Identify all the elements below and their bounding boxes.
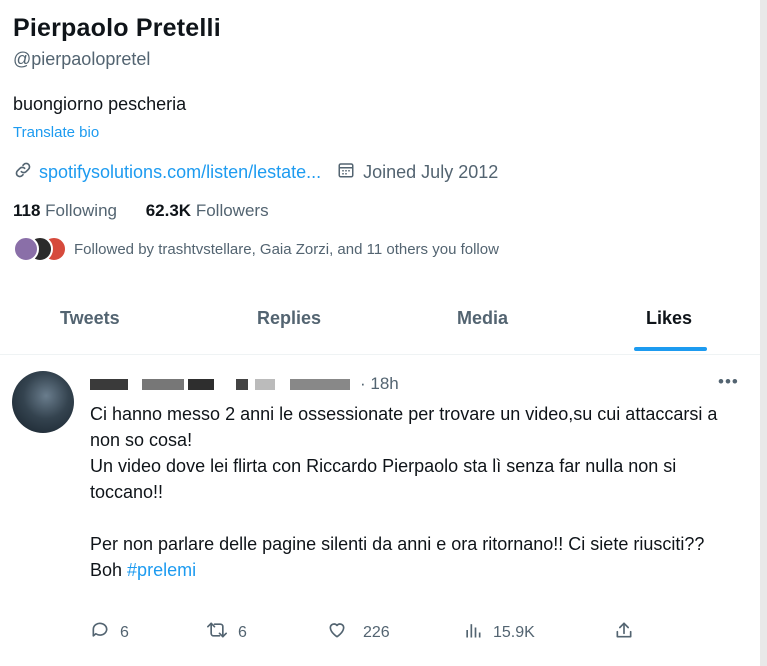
views-button[interactable]: 15.9K	[463, 620, 535, 645]
tab-media[interactable]: Media	[457, 308, 508, 329]
retweet-count: 6	[238, 623, 247, 641]
tweet-text: Ci hanno messo 2 anni le ossessionate pe…	[90, 401, 730, 583]
retweet-button[interactable]: 6	[206, 620, 247, 645]
tab-tweets[interactable]: Tweets	[60, 308, 120, 329]
profile-bio: buongiorno pescheria	[13, 94, 187, 114]
profile-website-link[interactable]: spotifysolutions.com/listen/lestate...	[39, 162, 321, 183]
followed-by-text: Followed by trashtvstellare, Gaia Zorzi,…	[74, 240, 499, 258]
following-link[interactable]: 118 Following	[13, 201, 117, 220]
profile-handle: @pierpaolopretel	[13, 49, 151, 69]
tweet-timestamp[interactable]: · 18h	[360, 374, 399, 394]
follow-stats: 118 Following 62.3K Followers	[13, 201, 269, 221]
mutual-avatars	[13, 236, 67, 262]
hashtag-link[interactable]: #prelemi	[127, 560, 196, 580]
more-icon[interactable]: •••	[718, 372, 739, 392]
tweet-line-last: Boh #prelemi	[90, 557, 730, 583]
active-tab-indicator	[634, 347, 707, 351]
tab-likes[interactable]: Likes	[646, 308, 692, 329]
views-count: 15.9K	[493, 623, 535, 641]
share-button[interactable]	[614, 620, 634, 645]
retweet-icon	[206, 620, 228, 645]
followers-link[interactable]: 62.3K Followers	[146, 201, 269, 220]
link-icon	[13, 160, 33, 185]
tweet-line: Ci hanno messo 2 anni le ossessionate pe…	[90, 404, 718, 450]
reply-count: 6	[120, 623, 129, 641]
followers-count: 62.3K	[145, 201, 192, 220]
mutual-avatar	[13, 236, 39, 262]
translate-bio-link[interactable]: Translate bio	[13, 124, 99, 141]
reply-button[interactable]: 6	[90, 620, 129, 645]
tab-replies[interactable]: Replies	[257, 308, 321, 329]
like-count: 226	[363, 623, 390, 641]
profile-tabs: Tweets Replies Media Likes	[0, 298, 760, 355]
tweet-line: Per non parlare delle pagine silenti da …	[90, 534, 705, 554]
profile-page: Pierpaolo Pretelli @pierpaolopretel buon…	[0, 0, 760, 666]
joined-label: Joined July 2012	[363, 162, 499, 182]
joined-date: Joined July 2012	[337, 161, 498, 184]
profile-name: Pierpaolo Pretelli	[13, 14, 221, 42]
tweet-line: Un video dove lei flirta con Riccardo Pi…	[90, 456, 677, 502]
share-icon	[614, 620, 634, 645]
views-icon	[463, 620, 483, 645]
following-count: 118	[13, 201, 41, 220]
following-label: Following	[45, 201, 117, 220]
profile-meta: spotifysolutions.com/listen/lestate... J…	[13, 160, 498, 185]
reply-icon	[90, 620, 110, 645]
tweet-author-avatar[interactable]	[12, 371, 74, 433]
like-icon	[327, 620, 347, 645]
followers-label: Followers	[195, 201, 269, 220]
tweet-text-prefix: Boh	[90, 560, 123, 580]
followed-by-row[interactable]: Followed by trashtvstellare, Gaia Zorzi,…	[13, 236, 499, 262]
like-button[interactable]: 226	[327, 620, 390, 645]
calendar-icon	[337, 161, 355, 184]
